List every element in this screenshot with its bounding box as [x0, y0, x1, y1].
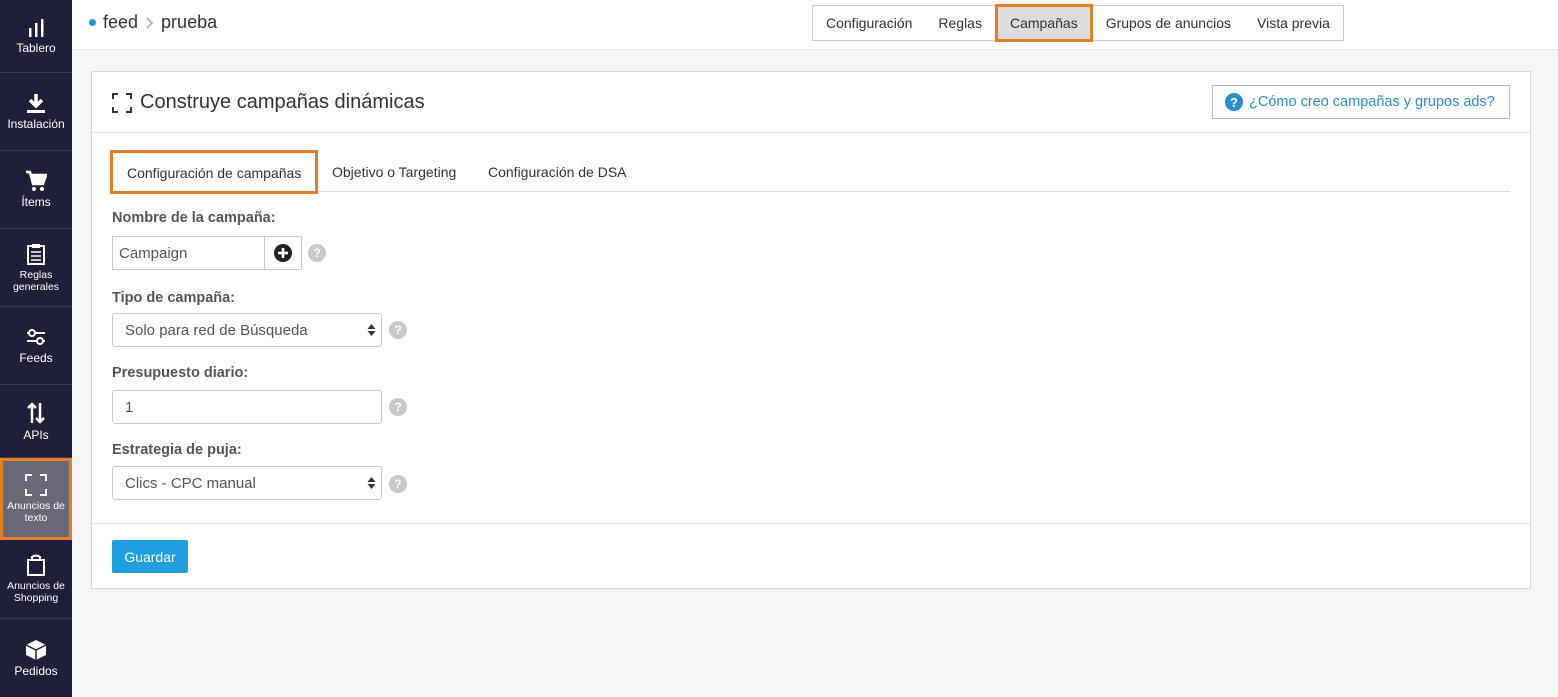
wizard-steps: Configuración Reglas Campañas Grupos de … — [812, 4, 1344, 42]
shopping-bag-icon — [27, 554, 45, 576]
help-question-icon[interactable]: ? — [389, 475, 407, 493]
campaign-type-label: Tipo de campaña: — [112, 290, 236, 306]
sidebar-item-label: Tablero — [16, 40, 56, 55]
help-question-icon[interactable]: ? — [389, 321, 407, 339]
sidebar-item-pedidos[interactable]: Pedidos — [0, 619, 72, 697]
budget-input[interactable]: 1 — [112, 390, 382, 424]
campaign-type-value: Solo para red de Búsqueda — [125, 321, 308, 339]
sidebar-item-label: Instalación — [7, 117, 65, 131]
breadcrumb: feed prueba — [89, 12, 217, 33]
step-campanas[interactable]: Campañas — [994, 4, 1093, 42]
campaign-name-label: Nombre de la campaña: — [112, 210, 276, 226]
sliders-icon — [27, 329, 45, 345]
breadcrumb-sub: prueba — [161, 12, 218, 32]
help-question-icon[interactable]: ? — [389, 398, 407, 416]
cart-icon — [26, 170, 47, 191]
chevron-right-icon — [146, 16, 154, 29]
sidebar-item-label: Reglas generales — [12, 268, 60, 293]
sidebar-item-label: Anuncios de Shopping — [7, 580, 65, 604]
tab-bar: Configuración de campañas Objetivo o Tar… — [109, 150, 1510, 194]
sidebar-item-items[interactable]: Ítems — [0, 151, 72, 229]
step-reglas[interactable]: Reglas — [925, 6, 995, 40]
expand-icon — [25, 473, 47, 496]
campaign-type-select[interactable]: Solo para red de Búsqueda — [112, 313, 382, 347]
main-panel: Construye campañas dinámicas ? ¿Cómo cre… — [91, 71, 1531, 589]
bar-chart-icon — [29, 18, 44, 37]
sidebar-item-anuncios-shopping[interactable]: Anuncios de Shopping — [0, 540, 72, 619]
sidebar-item-label: APIs — [23, 427, 49, 442]
select-arrows-icon — [367, 324, 376, 336]
bidding-label: Estrategia de puja: — [112, 442, 242, 458]
help-question-icon[interactable]: ? — [308, 244, 326, 262]
campaign-name-input[interactable]: Campaign — [112, 236, 265, 270]
breadcrumb-feed[interactable]: feed — [103, 12, 138, 33]
step-vista-previa[interactable]: Vista previa — [1244, 6, 1343, 40]
question-icon: ? — [1225, 93, 1243, 111]
box-icon — [25, 639, 47, 660]
plus-circle-icon — [274, 244, 292, 262]
tab-configuracion-dsa[interactable]: Configuración de DSA — [488, 152, 627, 192]
sidebar: Tablero Instalación Ítems Reglas general… — [0, 0, 72, 697]
panel-title: Construye campañas dinámicas — [112, 91, 425, 114]
budget-value: 1 — [125, 398, 134, 416]
sidebar-item-tablero[interactable]: Tablero — [0, 0, 72, 73]
up-down-arrows-icon — [27, 401, 45, 424]
tab-configuracion-campanas[interactable]: Configuración de campañas — [109, 150, 319, 194]
step-grupos-anuncios[interactable]: Grupos de anuncios — [1093, 6, 1244, 40]
sidebar-item-label: Feeds — [19, 351, 53, 365]
sidebar-item-label: Anuncios de texto — [7, 499, 65, 524]
clipboard-icon — [27, 243, 45, 265]
bidding-select[interactable]: Clics - CPC manual — [112, 466, 382, 500]
budget-label: Presupuesto diario: — [112, 365, 249, 381]
step-configuracion[interactable]: Configuración — [813, 6, 925, 40]
top-bar: feed prueba Configuración Reglas Campaña… — [72, 0, 1558, 50]
panel-header: Construye campañas dinámicas ? ¿Cómo cre… — [92, 72, 1530, 133]
help-button-label: ¿Cómo creo campañas y grupos ads? — [1249, 94, 1495, 110]
sidebar-item-apis[interactable]: APIs — [0, 385, 72, 458]
campaign-name-value: Campaign — [119, 244, 188, 262]
download-icon — [27, 94, 45, 113]
bidding-value: Clics - CPC manual — [125, 474, 256, 492]
sidebar-item-feeds[interactable]: Feeds — [0, 307, 72, 385]
expand-icon — [112, 92, 132, 113]
add-campaign-button[interactable] — [264, 236, 302, 270]
select-arrows-icon — [367, 477, 376, 489]
panel-title-text: Construye campañas dinámicas — [140, 91, 425, 113]
save-button[interactable]: Guardar — [112, 540, 188, 573]
status-dot-icon — [89, 19, 96, 26]
sidebar-item-label: Ítems — [21, 195, 51, 209]
sidebar-item-reglas-generales[interactable]: Reglas generales — [0, 229, 72, 307]
panel-footer: Guardar — [92, 523, 1530, 588]
sidebar-item-label: Pedidos — [14, 663, 58, 678]
sidebar-item-instalacion[interactable]: Instalación — [0, 73, 72, 151]
help-button[interactable]: ? ¿Cómo creo campañas y grupos ads? — [1212, 85, 1510, 119]
sidebar-item-anuncios-texto[interactable]: Anuncios de texto — [0, 458, 72, 540]
tab-objetivo-targeting[interactable]: Objetivo o Targeting — [332, 152, 456, 192]
